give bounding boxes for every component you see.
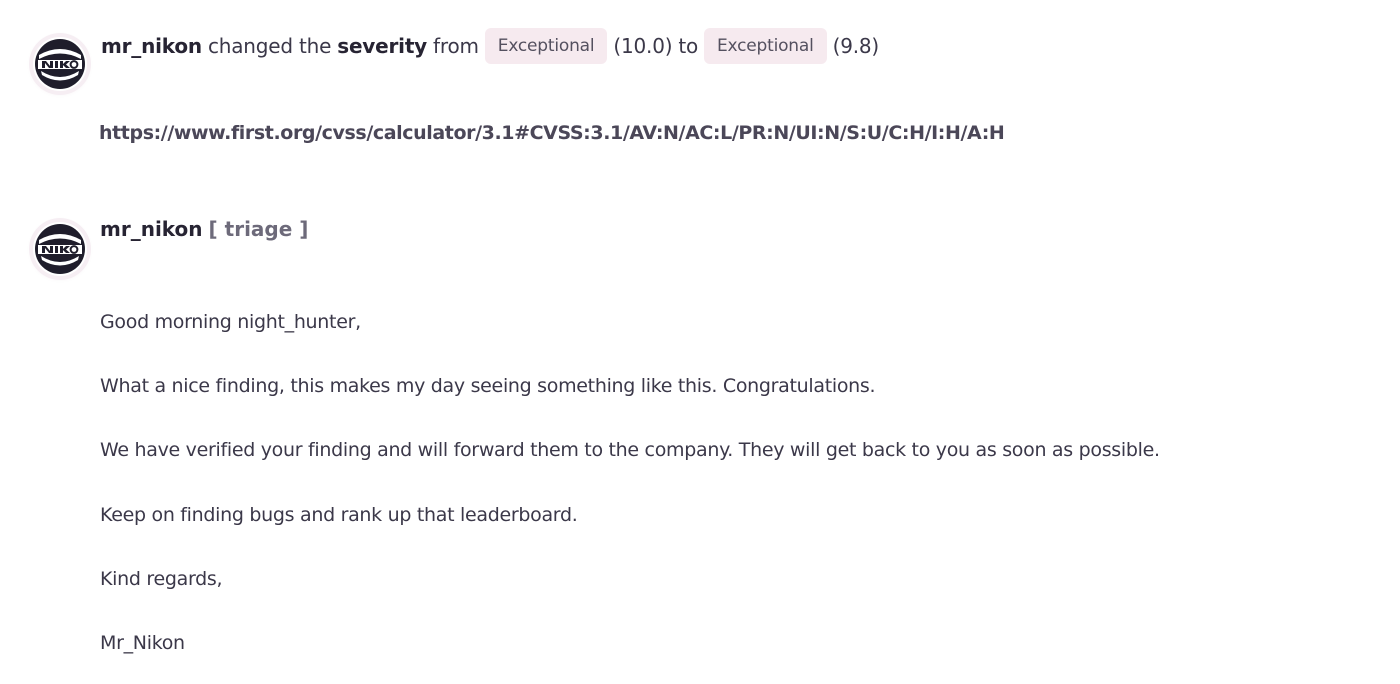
activity-comment: mr_nikon[ triage ] Good morning night_hu… — [0, 190, 1400, 684]
new-severity-badge: Exceptional — [704, 28, 827, 64]
from-text: from — [433, 34, 479, 58]
comment-paragraph: What a nice finding, this makes my day s… — [100, 375, 876, 397]
nikon-logo-avatar-icon[interactable] — [33, 222, 87, 276]
comment-paragraph-closing: Kind regards, — [100, 568, 223, 590]
nikon-logo-avatar-icon[interactable] — [33, 37, 87, 91]
comment-signature: Mr_Nikon — [100, 632, 185, 654]
comment-header: mr_nikon[ triage ] — [100, 217, 308, 241]
activity-username[interactable]: mr_nikon — [101, 34, 202, 58]
changed-text: changed the — [207, 34, 332, 58]
user-role-badge: [ triage ] — [208, 217, 309, 241]
to-text: to — [678, 34, 699, 58]
cvss-calculator-link[interactable]: https://www.first.org/cvss/calculator/3.… — [99, 122, 1005, 144]
old-severity-badge: Exceptional — [484, 28, 608, 64]
activity-severity-change: mr_nikon changed the severity from Excep… — [0, 0, 1400, 190]
severity-change-headline: mr_nikon changed the severity from Excep… — [101, 28, 879, 64]
comment-paragraph: We have verified your finding and will f… — [100, 439, 1160, 461]
old-severity-score: (10.0) — [613, 34, 673, 58]
avatar-graphic — [35, 39, 85, 89]
comment-paragraph: Keep on finding bugs and rank up that le… — [100, 504, 578, 526]
comment-username[interactable]: mr_nikon — [100, 217, 203, 241]
new-severity-score: (9.8) — [832, 34, 880, 58]
avatar-graphic — [35, 224, 85, 274]
changed-field: severity — [337, 34, 428, 58]
comment-paragraph-greeting: Good morning night_hunter, — [100, 311, 361, 333]
